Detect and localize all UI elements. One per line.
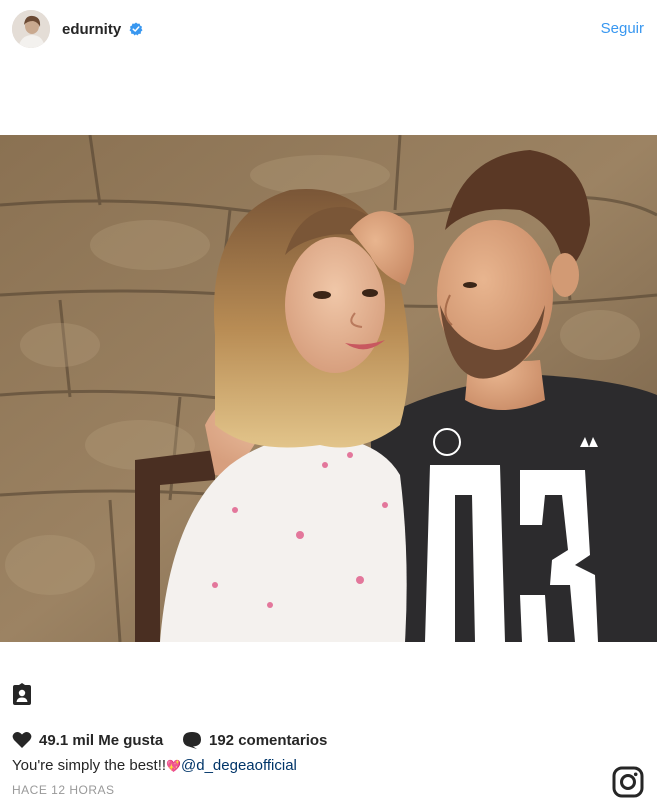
instagram-logo-icon[interactable] bbox=[612, 766, 644, 798]
caption: You're simply the best!!💖@d_degeaofficia… bbox=[12, 757, 297, 774]
couple-photo bbox=[0, 135, 657, 642]
post-timestamp[interactable]: HACE 12 HORAS bbox=[12, 783, 115, 797]
username[interactable]: edurnity bbox=[62, 21, 121, 38]
user-tag-icon[interactable] bbox=[10, 683, 34, 707]
mention-link[interactable]: @d_degeaofficial bbox=[181, 757, 297, 774]
follow-button[interactable]: Seguir bbox=[601, 20, 644, 37]
avatar[interactable] bbox=[12, 10, 50, 48]
post-header: edurnity Seguir bbox=[0, 0, 657, 60]
verified-badge-icon bbox=[129, 22, 143, 36]
heart-emoji: 💖 bbox=[166, 759, 182, 773]
likes[interactable]: 49.1 mil Me gusta bbox=[12, 731, 163, 749]
likes-count: 49.1 mil Me gusta bbox=[39, 731, 164, 749]
comments-count: 192 comentarios bbox=[209, 731, 328, 749]
post-photo[interactable] bbox=[0, 135, 657, 642]
comment-icon bbox=[183, 732, 201, 749]
comments[interactable]: 192 comentarios bbox=[182, 731, 327, 749]
heart-icon bbox=[12, 732, 32, 748]
caption-text: You're simply the best!! bbox=[12, 757, 167, 774]
